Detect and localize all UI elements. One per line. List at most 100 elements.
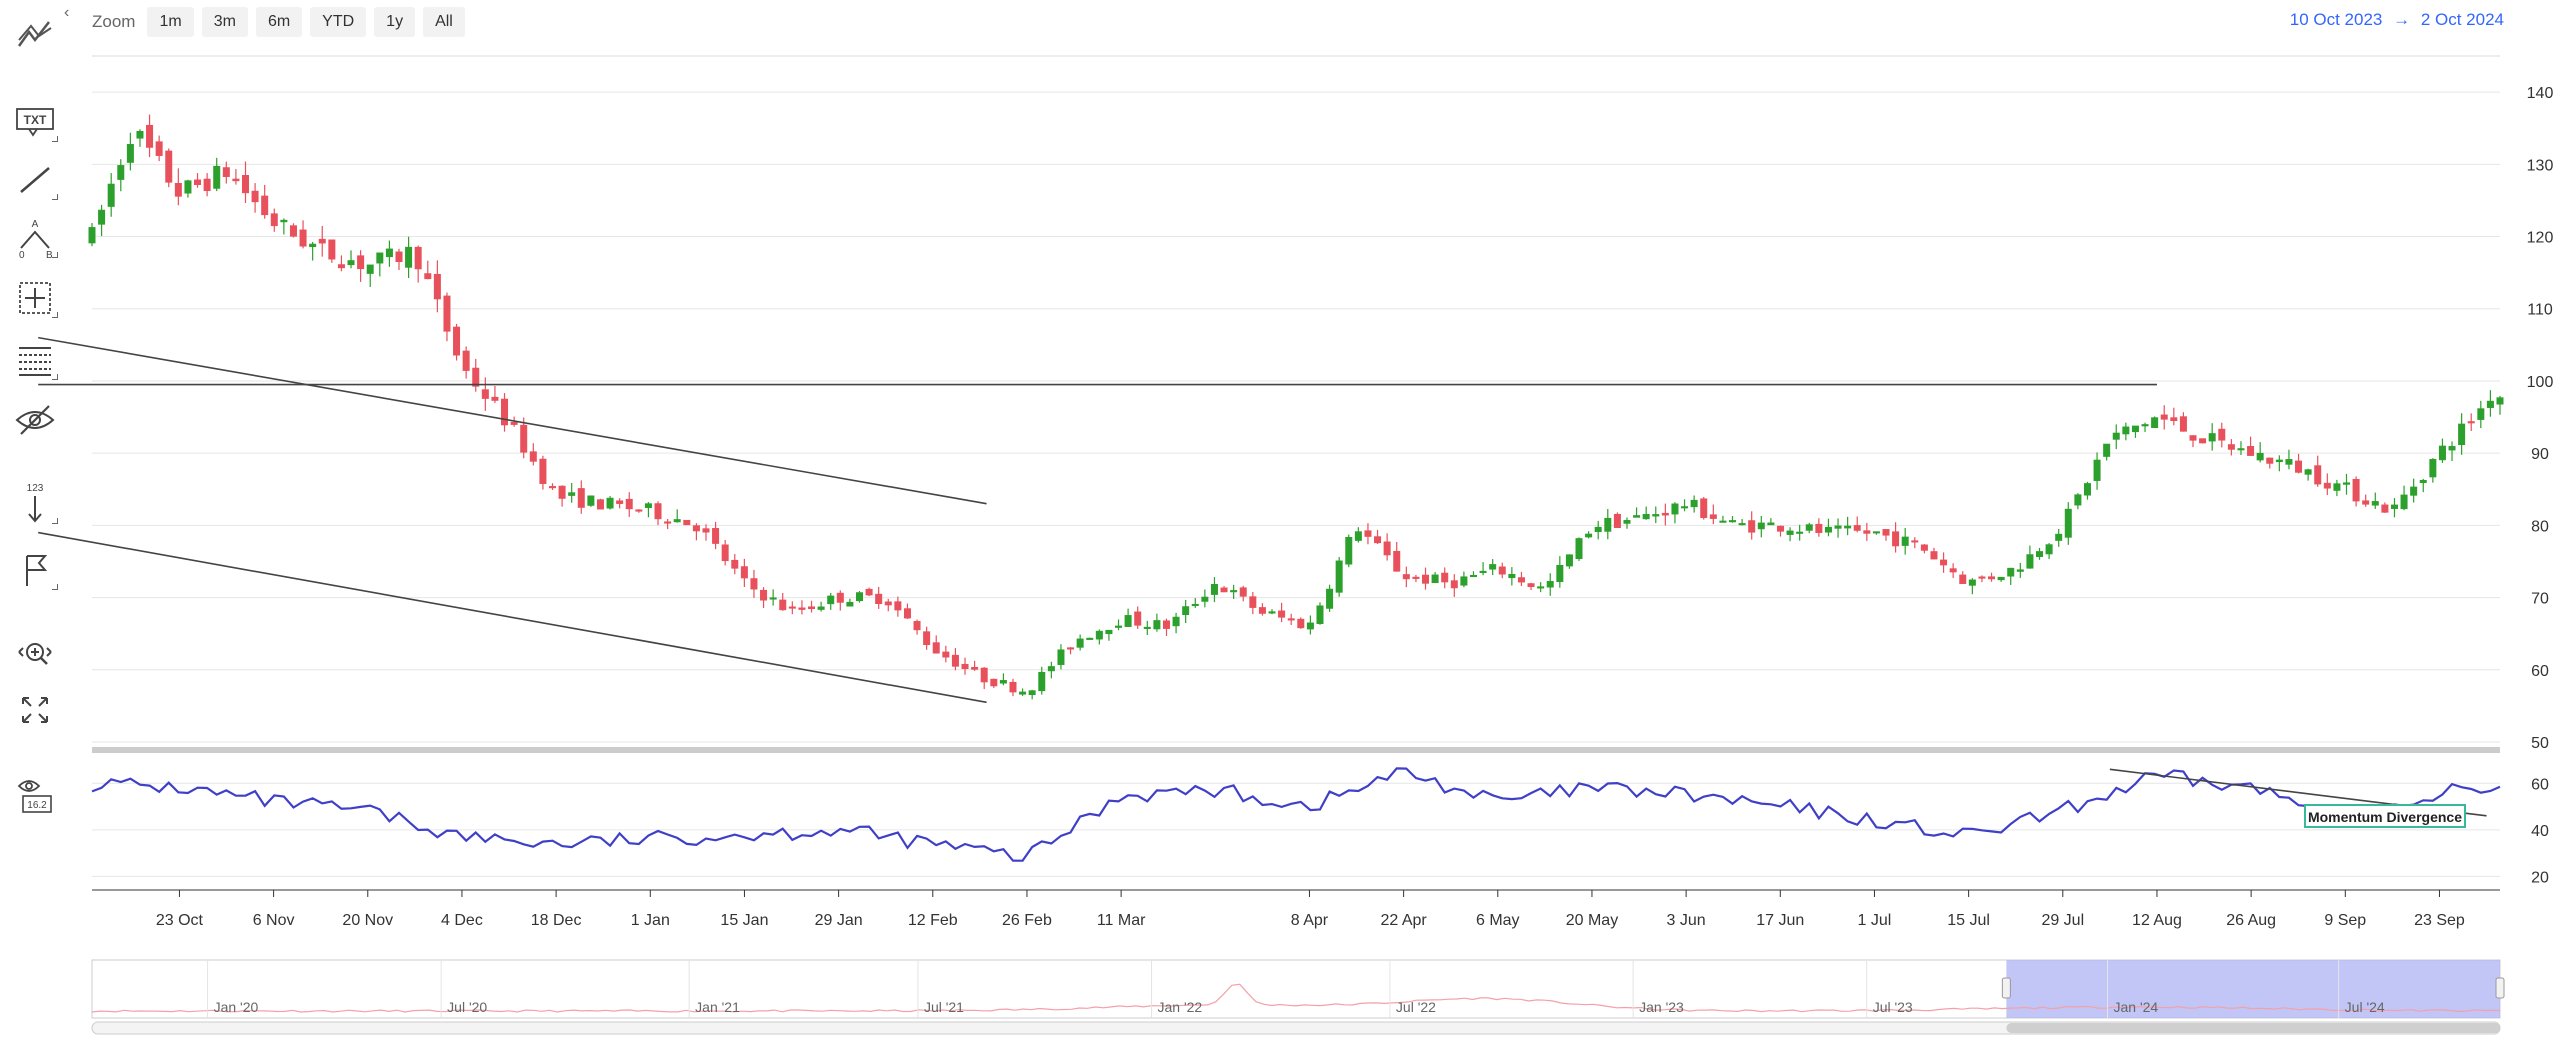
momentum-divergence-annotation[interactable]: Momentum Divergence [2304, 804, 2466, 828]
price-tick-label: 130 [2527, 157, 2554, 174]
candle-body [2486, 400, 2494, 408]
candle-body [1882, 529, 1890, 536]
candle-body [779, 599, 787, 611]
candle-body [1834, 525, 1842, 529]
candle-body [1450, 580, 1458, 589]
price-tick-label: 100 [2527, 374, 2554, 391]
navigator[interactable]: Jan '20 Jul '20 Jan '21 Jul '21 Jan '22 Jul '… [91, 959, 2505, 1035]
candle-body [683, 519, 691, 526]
candle-body [385, 248, 393, 258]
candle-body [951, 654, 959, 667]
candle-body [1489, 564, 1497, 570]
candle-body [1153, 620, 1161, 630]
date-tick-label: 17 Jun [1756, 912, 1804, 929]
candle-body [2170, 417, 2178, 422]
candle-body [903, 608, 911, 619]
candle-body [2074, 494, 2082, 506]
candle-body [1968, 579, 1976, 586]
lower-channel-trendline[interactable] [38, 531, 987, 704]
candle-body [1316, 605, 1324, 624]
candle-body [309, 243, 317, 248]
candle-body [1671, 503, 1679, 515]
candle-body [328, 239, 336, 260]
candle-body [520, 424, 528, 453]
candle-body [1191, 603, 1199, 607]
candle-body [971, 666, 979, 670]
navigator-label: Jul '21 [924, 999, 964, 1015]
annotation-label: Momentum Divergence [2308, 809, 2462, 825]
navigator-left-handle[interactable] [2001, 977, 2011, 999]
candle-body [2112, 432, 2120, 440]
candle-body [366, 264, 374, 274]
candle-body [606, 497, 614, 509]
candle-body [1115, 625, 1123, 628]
candle-body [2390, 504, 2398, 509]
candle-body [2285, 459, 2293, 465]
candle-body [1057, 649, 1065, 665]
candle-body [692, 525, 700, 532]
navigator-label: Jan '20 [214, 999, 259, 1015]
candle-body [961, 663, 969, 670]
candle-body [2218, 428, 2226, 441]
candle-body [865, 588, 873, 596]
trendlines[interactable] [38, 336, 2157, 704]
pane-separator[interactable] [92, 747, 2500, 753]
candle-body [1911, 540, 1919, 543]
candle-body [433, 273, 441, 300]
candle-body [443, 295, 451, 332]
candle-body [1575, 538, 1583, 559]
candle-body [596, 499, 604, 510]
date-tick-label: 15 Jul [1947, 912, 1990, 929]
date-tick-label: 26 Aug [2226, 912, 2276, 929]
candle-body [2362, 500, 2370, 505]
candle-body [548, 486, 556, 489]
candle-body [1796, 531, 1804, 534]
candle-body [798, 607, 806, 610]
upper-channel-trendline[interactable] [38, 336, 987, 505]
candle-body [568, 492, 576, 496]
stock-chart[interactable]: 50 60 70 80 90 100 110 120 130 140 20 40 60 23 Oct 6… [0, 0, 2560, 1050]
candle-body [1469, 574, 1477, 578]
navigator-right-handle[interactable] [2495, 977, 2505, 999]
candle-body [117, 165, 125, 180]
candle-body [462, 350, 470, 371]
candle-body [2122, 426, 2130, 435]
candle-body [405, 246, 413, 268]
candle-body [1479, 570, 1487, 573]
candle-body [1508, 573, 1516, 579]
candle-body [1297, 618, 1305, 629]
candle-body [932, 642, 940, 654]
navigator-selection[interactable] [2006, 960, 2500, 1018]
candle-body [721, 544, 729, 562]
candle-body [1901, 536, 1909, 546]
candle-body [817, 606, 825, 610]
candle-body [1690, 499, 1698, 508]
candle-body [2093, 459, 2101, 481]
candle-body [1249, 596, 1257, 608]
candle-body [2036, 551, 2044, 557]
candle-body [1383, 541, 1391, 556]
candle-body [136, 131, 144, 139]
candle-body [884, 601, 892, 606]
candle-body [1719, 520, 1727, 523]
candle-body [1441, 572, 1449, 583]
candle-body [241, 175, 249, 194]
scrollbar-thumb[interactable] [2006, 1023, 2500, 1033]
date-tick-label: 22 Apr [1380, 912, 1427, 929]
navigator-label: Jan '22 [1158, 999, 1203, 1015]
candle-body [1306, 622, 1314, 630]
candle-body [1594, 526, 1602, 533]
candle-body [1182, 606, 1190, 615]
date-tick-label: 29 Jul [2041, 912, 2084, 929]
candle-body [894, 601, 902, 611]
candle-body [1604, 517, 1612, 532]
candle-body [1105, 629, 1113, 635]
oscillator-tick-label: 60 [2531, 776, 2549, 793]
candle-body [1652, 514, 1660, 517]
candle-body [2429, 459, 2437, 478]
candle-body [88, 227, 96, 244]
candle-body [280, 219, 288, 223]
candle-body [1709, 514, 1717, 519]
candle-body [1556, 564, 1564, 582]
candle-body [2448, 446, 2456, 451]
